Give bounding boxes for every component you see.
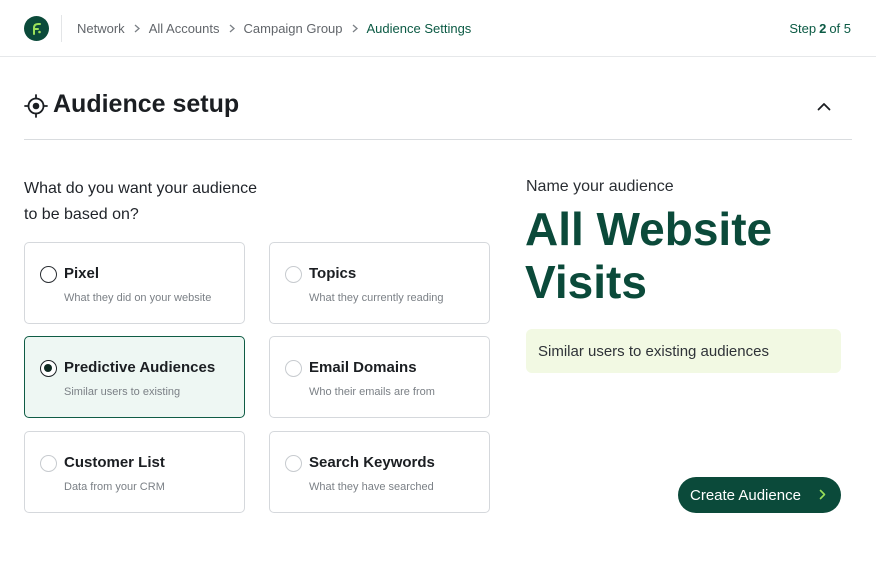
option-card-email-domains[interactable]: Email Domains Who their emails are from — [269, 336, 490, 418]
option-card-predictive-audiences[interactable]: Predictive Audiences Similar users to ex… — [24, 336, 245, 418]
audience-description: Similar users to existing audiences — [526, 329, 841, 373]
option-title: Email Domains — [309, 359, 417, 376]
chevron-right-icon — [229, 24, 235, 33]
option-card-topics[interactable]: Topics What they currently reading — [269, 242, 490, 324]
step-current: 2 — [819, 21, 827, 36]
audience-name-value[interactable]: All Website Visits — [525, 203, 845, 309]
step-total: of 5 — [829, 21, 851, 36]
audience-name-label: Name your audience — [526, 178, 674, 195]
radio-search-keywords[interactable] — [285, 455, 302, 472]
option-subtitle: Similar users to existing — [64, 386, 181, 398]
header-divider — [61, 15, 62, 42]
logo-mark-icon — [32, 23, 41, 35]
breadcrumb: Network All Accounts Campaign Group Audi… — [77, 0, 471, 57]
option-title: Pixel — [64, 265, 100, 282]
breadcrumb-audience-settings: Audience Settings — [366, 21, 472, 36]
option-title: Predictive Audiences — [64, 359, 216, 376]
radio-email-domains[interactable] — [285, 360, 302, 377]
radio-predictive-audiences[interactable] — [40, 360, 57, 377]
option-subtitle: Who their emails are from — [309, 386, 435, 398]
option-card-customer-list[interactable]: Customer List Data from your CRM — [24, 431, 245, 513]
option-title: Topics — [309, 265, 357, 282]
brand-logo[interactable] — [24, 16, 49, 41]
audience-basis-question: What do you want your audience to be bas… — [24, 176, 304, 228]
top-bar: Network All Accounts Campaign Group Audi… — [0, 0, 876, 57]
target-icon — [24, 94, 48, 118]
create-audience-button[interactable]: Create Audience — [678, 477, 841, 513]
chevron-up-icon — [817, 102, 831, 110]
chevron-right-icon — [352, 24, 358, 33]
option-subtitle: What they currently reading — [309, 292, 444, 304]
question-line-2: to be based on? — [24, 206, 139, 223]
section-title: Audience setup — [53, 90, 240, 118]
question-line-1: What do you want your audience — [24, 180, 258, 197]
step-prefix: Step — [789, 21, 817, 36]
option-subtitle: Data from your CRM — [64, 481, 165, 493]
option-title: Customer List — [64, 454, 165, 471]
create-audience-label: Create Audience — [690, 486, 801, 504]
option-title: Search Keywords — [309, 454, 435, 471]
section-header: Audience setup — [24, 82, 852, 140]
option-card-search-keywords[interactable]: Search Keywords What they have searched — [269, 431, 490, 513]
audience-name-line-2: Visits — [525, 256, 647, 308]
audience-description-text: Similar users to existing audiences — [538, 342, 769, 360]
chevron-right-icon — [819, 489, 826, 500]
option-card-pixel[interactable]: Pixel What they did on your website — [24, 242, 245, 324]
option-subtitle: What they have searched — [309, 481, 434, 493]
radio-customer-list[interactable] — [40, 455, 57, 472]
collapse-button[interactable] — [814, 96, 834, 116]
chevron-right-icon — [134, 24, 140, 33]
option-subtitle: What they did on your website — [64, 292, 212, 304]
radio-pixel[interactable] — [40, 266, 57, 283]
breadcrumb-campaign-group[interactable]: Campaign Group — [244, 21, 343, 36]
radio-topics[interactable] — [285, 266, 302, 283]
step-indicator: Step 2 of 5 — [789, 0, 851, 57]
breadcrumb-network[interactable]: Network — [77, 21, 125, 36]
breadcrumb-all-accounts[interactable]: All Accounts — [149, 21, 220, 36]
audience-name-line-1: All Website — [525, 203, 773, 255]
